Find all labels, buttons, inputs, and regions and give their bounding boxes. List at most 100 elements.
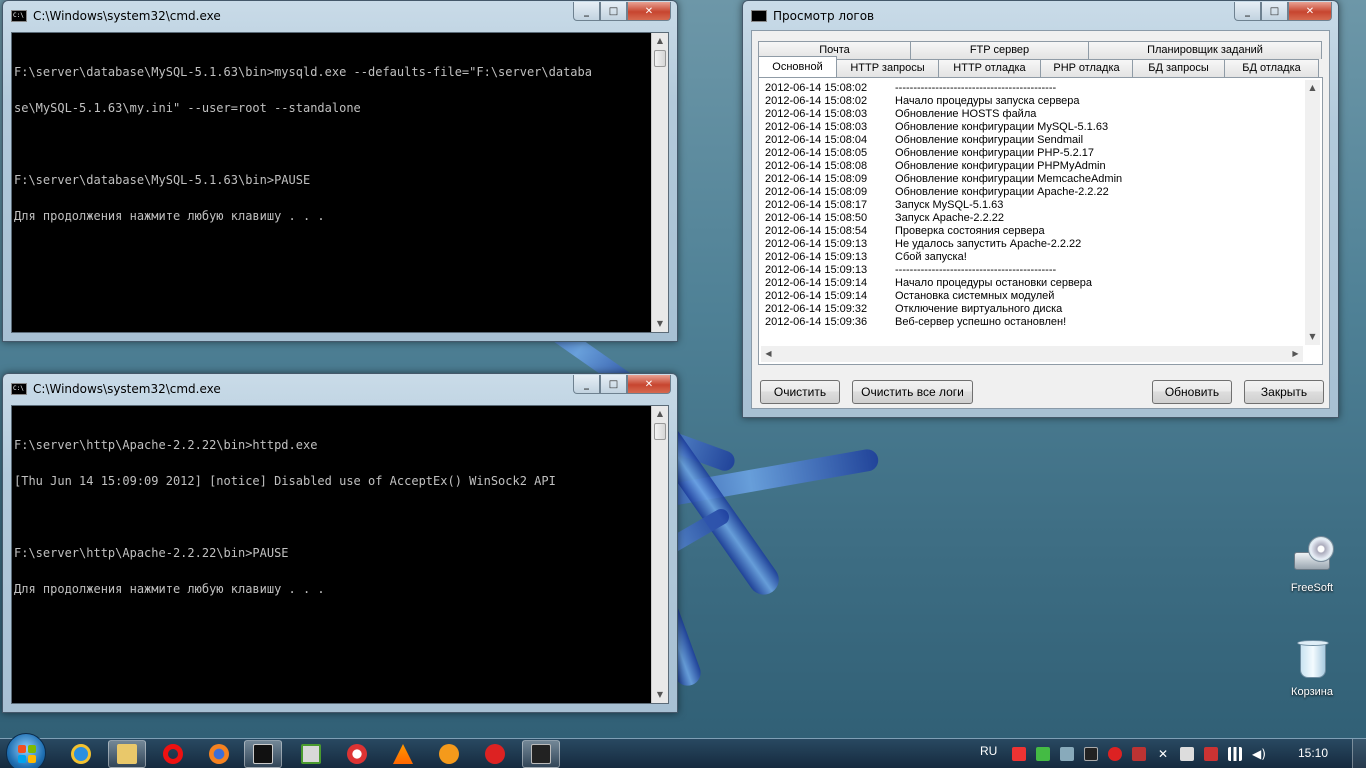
log-timestamp: 2012-06-14 15:08:05 [765, 147, 868, 159]
taskbar-red-app[interactable] [476, 740, 514, 768]
scroll-up-arrow-icon[interactable]: ▲ [652, 33, 668, 49]
log-message: Обновление конфигурации Apache-2.2.22 [895, 186, 1109, 198]
tab-http-requests[interactable]: HTTP запросы [836, 59, 939, 77]
orange-app-icon [439, 744, 459, 764]
log-timestamp: 2012-06-14 15:09:13 [765, 264, 868, 276]
cmd-window-apache[interactable]: C:\ C:\Windows\system32\cmd.exe _ □ ✕ F:… [2, 373, 678, 713]
scroll-down-arrow-icon[interactable]: ▼ [1305, 329, 1320, 345]
flag-icon[interactable] [1012, 747, 1026, 761]
log-vertical-scrollbar[interactable]: ▲ ▼ [1305, 80, 1320, 345]
scroll-thumb[interactable] [654, 50, 666, 67]
minimize-button[interactable]: _ [1234, 2, 1261, 21]
desktop-icon-recycle-bin[interactable]: Корзина [1282, 638, 1342, 698]
close-dialog-button[interactable]: Закрыть [1244, 380, 1324, 404]
app-icon [301, 744, 321, 764]
console-line: se\MySQL-5.1.63\my.ini" --user=root --st… [14, 101, 361, 115]
log-viewer-body: Почта FTP сервер Планировщик заданий Осн… [751, 30, 1330, 409]
tab-main[interactable]: Основной [758, 56, 837, 77]
cmd-window-mysql[interactable]: C:\ C:\Windows\system32\cmd.exe _ □ ✕ F:… [2, 0, 678, 342]
log-message: ----------------------------------------… [895, 82, 1057, 94]
log-timestamp: 2012-06-14 15:08:09 [765, 186, 868, 198]
usb-icon[interactable] [1204, 747, 1218, 761]
log-timestamp: 2012-06-14 15:08:08 [765, 160, 868, 172]
taskbar-chrome[interactable] [338, 740, 376, 768]
log-horizontal-scrollbar[interactable]: ◀ ▶ [761, 346, 1303, 362]
taskbar-cmd[interactable] [244, 740, 282, 768]
clock[interactable]: 15:10 [1298, 746, 1328, 760]
log-line: 2012-06-14 15:09:14 Остановка системных м… [761, 290, 1303, 303]
minimize-button[interactable]: _ [573, 375, 600, 394]
window-title: C:\Windows\system32\cmd.exe [33, 8, 221, 23]
desktop-icon-label: Корзина [1291, 686, 1333, 698]
log-message: Начало процедуры остановки сервера [895, 277, 1093, 289]
window-controls: _ □ ✕ [573, 375, 671, 394]
scroll-up-arrow-icon[interactable]: ▲ [1305, 80, 1320, 96]
taskbar-explorer[interactable] [108, 740, 146, 768]
scroll-down-arrow-icon[interactable]: ▼ [652, 687, 668, 703]
log-line: 2012-06-14 15:09:14 Начало процедуры оста… [761, 277, 1303, 290]
volume-icon[interactable]: ◀) [1252, 747, 1266, 761]
antivirus-icon[interactable] [1108, 747, 1122, 761]
maximize-button[interactable]: □ [600, 2, 627, 21]
tab-ftp[interactable]: FTP сервер [910, 41, 1089, 59]
cmd-app-icon: C:\ [11, 9, 27, 22]
taskbar-vlc[interactable] [384, 740, 422, 768]
scroll-right-arrow-icon[interactable]: ▶ [1288, 346, 1303, 362]
log-message: Проверка состояния сервера [895, 225, 1045, 237]
taskbar-opera[interactable] [154, 740, 192, 768]
log-message: Обновление HOSTS файла [895, 108, 1037, 120]
log-timestamp: 2012-06-14 15:08:02 [765, 95, 868, 107]
signal-icon[interactable] [1228, 747, 1242, 761]
security-app-icon[interactable] [1132, 747, 1146, 761]
refresh-button[interactable]: Обновить [1152, 380, 1232, 404]
log-message: Начало процедуры запуска сервера [895, 95, 1080, 107]
vertical-scrollbar[interactable]: ▲ ▼ [651, 406, 668, 703]
action-center-flag-icon[interactable] [1180, 747, 1194, 761]
maximize-button[interactable]: □ [1261, 2, 1288, 21]
console-output[interactable]: F:\server\http\Apache-2.2.22\bin>httpd.e… [11, 405, 669, 704]
clear-all-logs-button[interactable]: Очистить все логи [852, 380, 973, 404]
taskbar-console[interactable] [522, 740, 560, 768]
tab-scheduler[interactable]: Планировщик заданий [1088, 41, 1322, 59]
recycle-bin-icon [1290, 638, 1334, 682]
console-line: [Thu Jun 14 15:09:09 2012] [notice] Disa… [14, 474, 556, 488]
scroll-down-arrow-icon[interactable]: ▼ [652, 316, 668, 332]
taskbar-ie[interactable] [62, 740, 100, 768]
clear-button[interactable]: Очистить [760, 380, 840, 404]
network-app-icon[interactable] [1060, 747, 1074, 761]
desktop-icon-freesoft[interactable]: FreeSoft [1282, 534, 1342, 594]
close-button[interactable]: ✕ [1288, 2, 1332, 21]
log-line: 2012-06-14 15:09:13 ---------------------… [761, 264, 1303, 277]
taskbar-orange-app[interactable] [430, 740, 468, 768]
taskbar-app[interactable] [292, 740, 330, 768]
close-button[interactable]: ✕ [627, 375, 671, 394]
shield-check-icon[interactable] [1036, 747, 1050, 761]
close-button[interactable]: ✕ [627, 2, 671, 21]
maximize-button[interactable]: □ [600, 375, 627, 394]
window-title: C:\Windows\system32\cmd.exe [33, 381, 221, 396]
tab-php-debug[interactable]: PHP отладка [1040, 59, 1133, 77]
log-line: 2012-06-14 15:08:02 ---------------------… [761, 82, 1303, 95]
console-output[interactable]: F:\server\database\MySQL-5.1.63\bin>mysq… [11, 32, 669, 333]
log-text-area[interactable]: 2012-06-14 15:08:02 ---------------------… [761, 82, 1303, 345]
tools-icon[interactable]: ✕ [1156, 747, 1170, 761]
log-message: Сбой запуска! [895, 251, 967, 263]
log-viewer-window[interactable]: Просмотр логов _ □ ✕ Почта FTP сервер Пл… [742, 0, 1339, 418]
monitor-icon[interactable] [1084, 747, 1098, 761]
tab-http-debug[interactable]: HTTP отладка [938, 59, 1041, 77]
language-indicator[interactable]: RU [980, 744, 997, 758]
vlc-icon [393, 744, 413, 764]
show-desktop-button[interactable] [1352, 739, 1366, 768]
log-timestamp: 2012-06-14 15:08:03 [765, 121, 868, 133]
tab-db-debug[interactable]: БД отладка [1224, 59, 1319, 77]
taskbar-firefox[interactable] [200, 740, 238, 768]
scroll-left-arrow-icon[interactable]: ◀ [761, 346, 776, 362]
start-button[interactable] [6, 733, 46, 768]
minimize-button[interactable]: _ [573, 2, 600, 21]
scroll-thumb[interactable] [654, 423, 666, 440]
log-message: Запуск MySQL-5.1.63 [895, 199, 1004, 211]
tab-db-requests[interactable]: БД запросы [1132, 59, 1225, 77]
scroll-up-arrow-icon[interactable]: ▲ [652, 406, 668, 422]
vertical-scrollbar[interactable]: ▲ ▼ [651, 33, 668, 332]
